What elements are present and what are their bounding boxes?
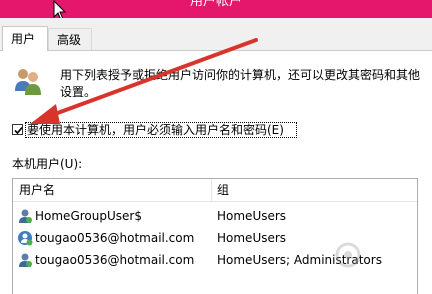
user-accounts-window: 用户帐户 用户 高级 用下列表授予或拒绝用户访问你的计算机，还可以更改其密码和其…: [0, 0, 432, 294]
description-text: 用下列表授予或拒绝用户访问你的计算机，还可以更改其密码和其他设置。: [60, 68, 421, 99]
users-tab-panel: 用下列表授予或拒绝用户访问你的计算机，还可以更改其密码和其他设置。 要使用本计算…: [0, 51, 432, 294]
user-group: HomeUsers: [217, 231, 287, 245]
tab-users[interactable]: 用户: [2, 26, 48, 51]
user-name: HomeGroupUser$: [35, 209, 142, 223]
user-icon: [19, 253, 32, 267]
user-list[interactable]: 用户名 组 HomeGroupUser$ HomeUsers tougao053…: [12, 178, 418, 294]
local-users-label: 本机用户(U):: [12, 157, 83, 171]
checkmark-icon: [14, 126, 23, 135]
column-header-username[interactable]: 用户名: [19, 179, 55, 201]
users-icon: [15, 69, 41, 95]
require-password-checkbox[interactable]: [12, 124, 23, 135]
user-group: HomeUsers: [217, 209, 287, 223]
user-icon: [19, 209, 32, 223]
column-divider[interactable]: [211, 179, 212, 201]
column-header-group[interactable]: 组: [217, 179, 229, 201]
require-password-label[interactable]: 要使用本计算机，用户必须输入用户名和密码(E): [27, 123, 284, 138]
list-header: 用户名 组: [13, 179, 417, 202]
tab-advanced[interactable]: 高级: [48, 28, 92, 50]
title-bar[interactable]: 用户帐户: [0, 0, 432, 21]
user-name: tougao0536@hotmail.com: [35, 253, 195, 267]
list-item[interactable]: HomeGroupUser$ HomeUsers: [13, 206, 417, 227]
list-item[interactable]: tougao0536@hotmail.com HomeUsers; Admini…: [13, 250, 417, 271]
list-item[interactable]: tougao0536@hotmail.com HomeUsers: [13, 228, 417, 249]
user-icon: [18, 231, 33, 246]
user-group: HomeUsers; Administrators: [217, 253, 382, 267]
tab-strip: 用户 高级: [0, 18, 432, 51]
user-name: tougao0536@hotmail.com: [35, 231, 195, 245]
